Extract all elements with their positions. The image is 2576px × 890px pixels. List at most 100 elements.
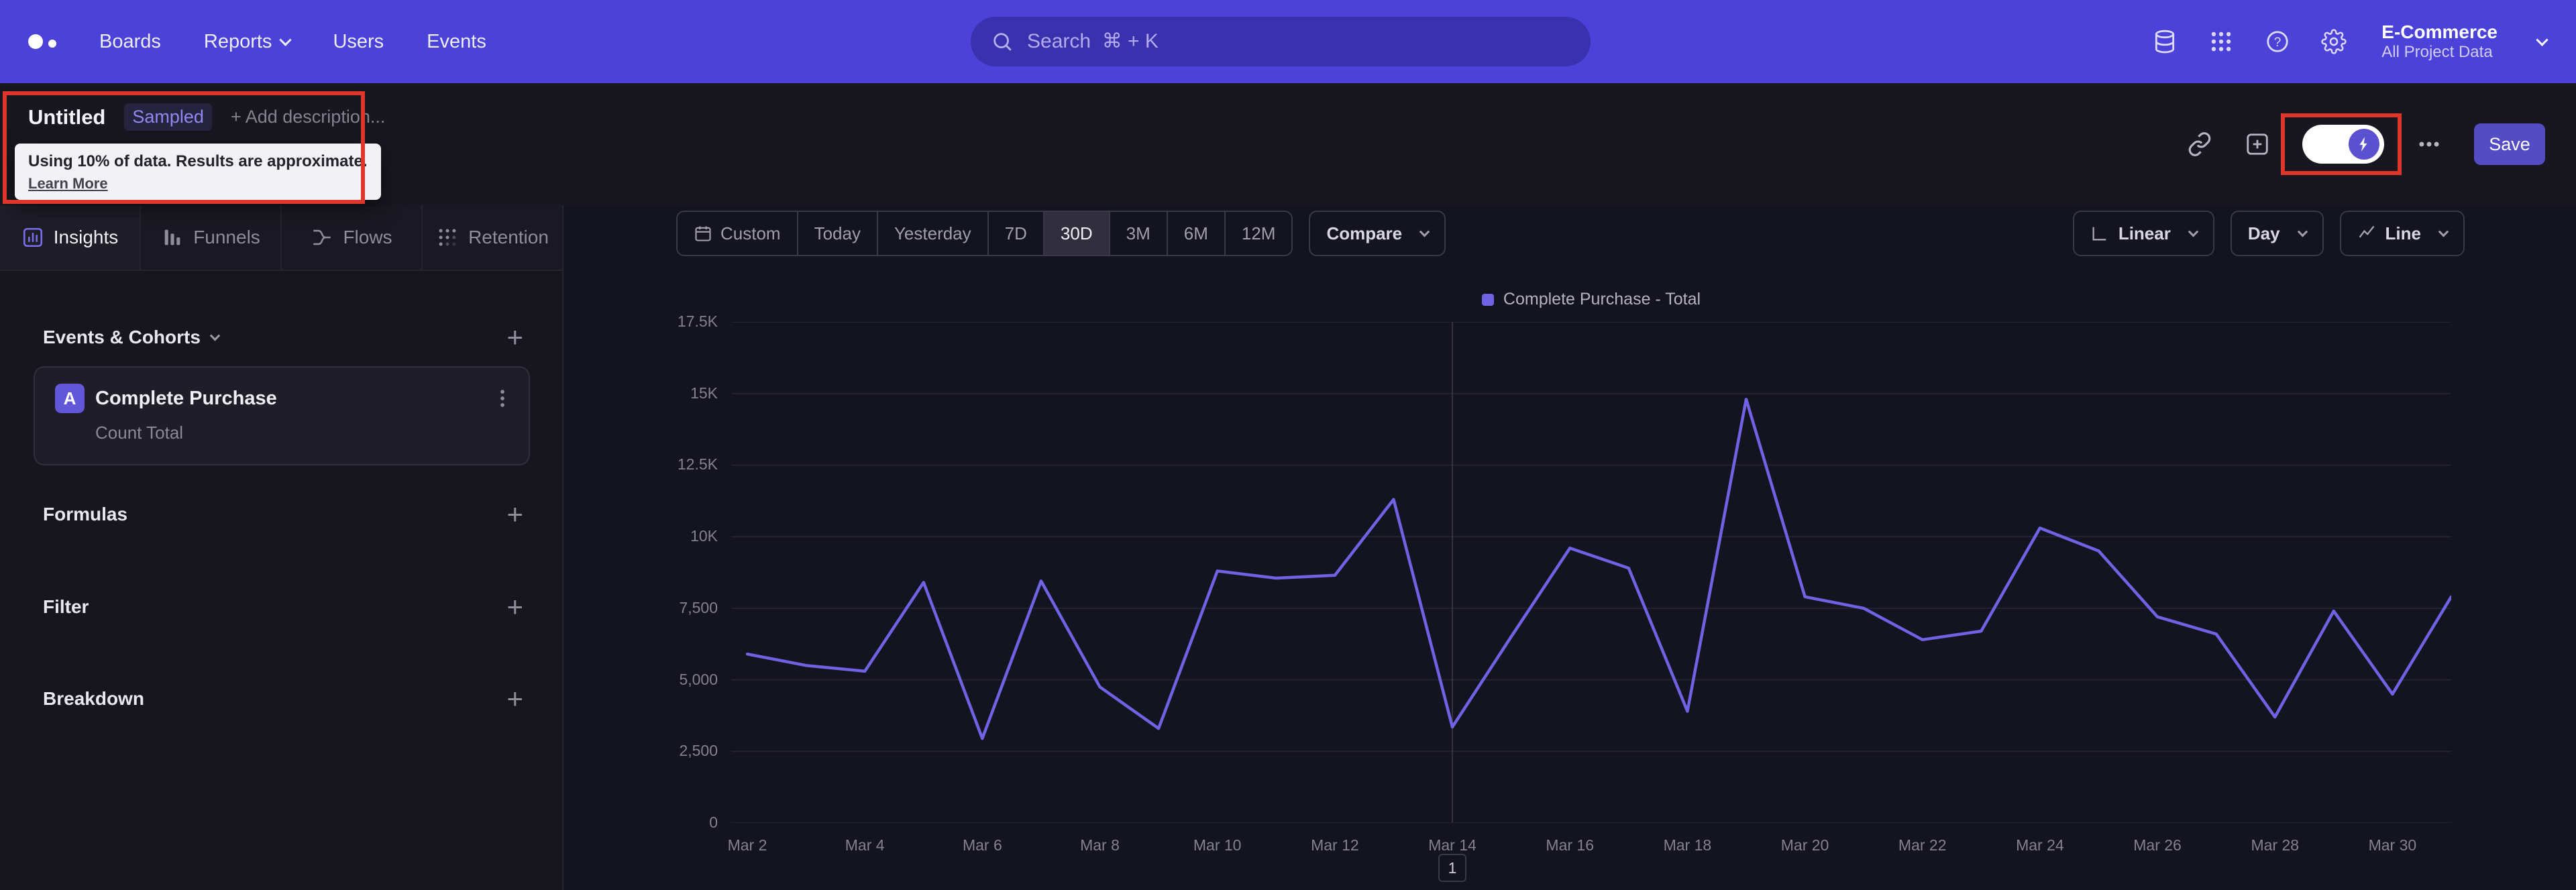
nav-right-cluster: ? E-Commerce All Project Data	[2152, 0, 2548, 83]
filter-section: Filter +	[43, 593, 523, 621]
nav-item-boards[interactable]: Boards	[99, 31, 161, 53]
sampling-toggle[interactable]	[2302, 125, 2384, 164]
search-bar[interactable]	[971, 17, 1591, 66]
formulas-section: Formulas +	[43, 500, 523, 529]
y-axis-tick-label: 7,500	[679, 598, 718, 616]
breakdown-section: Breakdown +	[43, 685, 523, 713]
tooltip-learn-more-link[interactable]: Learn More	[28, 175, 368, 192]
sampled-badge[interactable]: Sampled	[124, 103, 212, 131]
project-scope: All Project Data	[2381, 43, 2493, 62]
flows-icon	[313, 229, 331, 245]
y-axis-tick-label: 5,000	[679, 670, 718, 688]
project-switcher[interactable]: E-Commerce All Project Data	[2381, 21, 2498, 62]
report-title[interactable]: Untitled	[28, 105, 105, 129]
save-button[interactable]: Save	[2474, 123, 2545, 165]
range-3m[interactable]: 3M	[1108, 212, 1167, 255]
chevron-down-icon	[2188, 226, 2199, 237]
add-filter-button[interactable]: +	[506, 593, 523, 621]
chevron-down-icon	[209, 330, 221, 341]
range-30d[interactable]: 30D	[1042, 212, 1109, 255]
nav-item-events[interactable]: Events	[427, 31, 486, 53]
chevron-down-icon	[2297, 226, 2308, 237]
y-axis-tick-label: 2,500	[679, 742, 718, 760]
x-axis-tick-label: Mar 18	[1663, 836, 1712, 854]
x-axis-tick-label: Mar 22	[1898, 836, 1947, 854]
legend-label: Complete Purchase - Total	[1503, 290, 1701, 309]
x-axis-tick-label: Mar 4	[845, 836, 885, 854]
range-12m[interactable]: 12M	[1224, 212, 1292, 255]
events-cohorts-header: Events & Cohorts +	[43, 323, 523, 351]
x-axis-tick-label: Mar 20	[1780, 836, 1829, 854]
add-description[interactable]: + Add description...	[231, 107, 385, 127]
chart-display-controls: Linear Day Line	[2072, 211, 2465, 256]
retention-icon	[439, 229, 456, 246]
x-axis-tick-label: Mar 14	[1428, 836, 1477, 854]
top-nav: Boards Reports Users Events ? E-Commerce…	[0, 0, 2576, 83]
filter-label: Filter	[43, 596, 89, 617]
events-cohorts-text: Events & Cohorts	[43, 327, 201, 347]
chart-type-dropdown[interactable]: Line	[2339, 211, 2465, 256]
tab-retention[interactable]: Retention	[423, 205, 562, 270]
x-axis-tick-label: Mar 28	[2251, 836, 2300, 854]
chevron-down-icon	[1419, 226, 1430, 237]
calendar-icon	[695, 226, 711, 241]
chart-series-line	[745, 398, 2451, 740]
chart-panel: Custom Today Yesterday 7D 30D 3M 6M 12M …	[565, 205, 2576, 890]
pagination-page-1[interactable]: 1	[1438, 854, 1466, 882]
report-tabs: Insights Funnels Flows Retention	[0, 205, 562, 271]
chevron-down-icon	[2536, 33, 2548, 46]
data-management-icon[interactable]	[2152, 29, 2178, 54]
chart-legend[interactable]: Complete Purchase - Total	[731, 290, 2451, 309]
y-axis-tick-label: 15K	[690, 384, 718, 402]
compare-button[interactable]: Compare	[1309, 211, 1446, 256]
nav-item-users[interactable]: Users	[333, 31, 384, 53]
events-cohorts-label[interactable]: Events & Cohorts	[43, 327, 221, 348]
date-range-segmented: Custom Today Yesterday 7D 30D 3M 6M 12M	[676, 211, 1293, 256]
nav-item-reports-label: Reports	[203, 30, 272, 52]
search-input[interactable]	[1027, 30, 1497, 53]
apps-grid-icon[interactable]	[2208, 29, 2234, 54]
help-icon[interactable]: ?	[2265, 29, 2290, 54]
settings-gear-icon[interactable]	[2321, 29, 2347, 54]
tooltip-text: Using 10% of data. Results are approxima…	[28, 152, 368, 170]
x-axis-tick-label: Mar 6	[962, 836, 1002, 854]
range-yesterday[interactable]: Yesterday	[876, 212, 987, 255]
y-axis-tick-label: 17.5K	[677, 313, 718, 330]
tab-flows[interactable]: Flows	[282, 205, 423, 270]
add-formula-button[interactable]: +	[506, 500, 523, 529]
report-header-bar: Untitled Sampled + Add description... Us…	[0, 83, 2576, 205]
range-label: Custom	[720, 223, 781, 243]
more-options-icon[interactable]	[2416, 131, 2442, 157]
nav-item-reports[interactable]: Reports	[203, 30, 292, 53]
header-actions: Save	[2187, 83, 2545, 205]
sampling-toggle-wrap	[2281, 113, 2402, 175]
x-axis-tick-label: Mar 24	[2016, 836, 2064, 854]
share-link-icon[interactable]	[2187, 131, 2212, 157]
y-axis-tick-label: 0	[709, 814, 718, 831]
mixpanel-logo[interactable]	[28, 34, 56, 49]
search-icon	[994, 33, 1012, 51]
y-axis-tick-label: 12.5K	[677, 455, 718, 474]
range-6m[interactable]: 6M	[1166, 212, 1224, 255]
nav-items: Boards Reports Users Events	[99, 31, 486, 53]
range-today[interactable]: Today	[796, 212, 877, 255]
add-to-board-icon[interactable]	[2245, 131, 2270, 157]
tab-funnels[interactable]: Funnels	[141, 205, 282, 270]
compare-label: Compare	[1326, 223, 1403, 243]
add-event-button[interactable]: +	[506, 323, 523, 351]
tab-insights[interactable]: Insights	[0, 205, 141, 270]
event-aggregation[interactable]: Count Total	[95, 423, 529, 443]
x-axis-tick-label: Mar 16	[1546, 836, 1594, 854]
range-custom[interactable]: Custom	[678, 212, 797, 255]
range-7d[interactable]: 7D	[987, 212, 1043, 255]
title-group: Untitled Sampled + Add description...	[28, 103, 385, 131]
add-breakdown-button[interactable]: +	[506, 685, 523, 713]
interval-dropdown[interactable]: Day	[2230, 211, 2324, 256]
event-card[interactable]: A Complete Purchase Count Total	[34, 366, 530, 465]
x-axis-tick-label: Mar 8	[1080, 836, 1120, 854]
event-name: Complete Purchase	[95, 387, 277, 409]
scale-dropdown[interactable]: Linear	[2072, 211, 2214, 256]
logo-dot-small	[48, 40, 56, 48]
x-axis-tick-label: Mar 26	[2133, 836, 2182, 854]
kebab-menu-icon[interactable]	[491, 387, 514, 410]
